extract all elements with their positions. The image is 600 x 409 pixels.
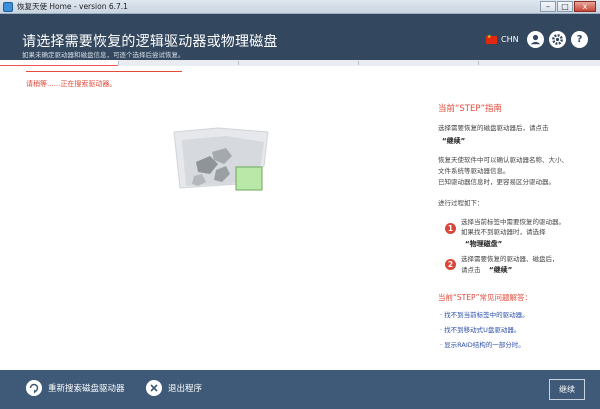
guide-paragraph-line: 恢复天使软件中可以确认驱动器名称、大小、 — [438, 156, 568, 164]
user-button[interactable] — [527, 31, 544, 48]
guide-heading: 当前“STEP”指南 — [438, 104, 503, 114]
faq-link[interactable]: · 显示RAID结构的一部分时。 — [440, 339, 525, 349]
guide-paragraph-line: 已知驱动器信息时，更容易区分驱动器。 — [438, 178, 555, 186]
help-icon: ? — [576, 34, 583, 45]
page-title: 请选择需要恢复的逻辑驱动器或物理磁盘 — [22, 34, 278, 50]
guide-process-label: 进行过程如下： — [438, 199, 484, 207]
step-divider — [238, 61, 239, 65]
search-status-text: 请稍等......正在搜索驱动器。 — [26, 71, 182, 88]
settings-button[interactable] — [549, 31, 566, 48]
step-1-physical-disk-quote: “物理磁盘” — [465, 240, 503, 248]
step-progress-bar — [0, 60, 600, 66]
faq-link[interactable]: · 找不到移动式U盘驱动器。 — [440, 324, 520, 334]
title-bar: 恢复天使 Home - version 6.7.1 – □ x — [0, 0, 600, 14]
faq-link[interactable]: · 找不到当前标签中的驱动器。 — [440, 309, 529, 319]
maximize-button[interactable]: □ — [557, 1, 573, 12]
step-2-number: 2 — [445, 259, 456, 270]
header: 请选择需要恢复的逻辑驱动器或物理磁盘 如果未确定驱动器和磁盘信息，可逐个选择后尝… — [0, 14, 600, 60]
rescan-button[interactable]: 重新搜索磁盘驱动器 — [26, 380, 125, 396]
step-1-number: 1 — [445, 223, 456, 234]
page-subtitle: 如果未确定驱动器和磁盘信息，可逐个选择后尝试恢复。 — [22, 51, 185, 59]
guide-continue-quote: “继续” — [442, 137, 466, 145]
close-circle-icon — [146, 380, 162, 396]
window-controls: – □ x — [540, 1, 596, 12]
refresh-icon — [26, 380, 42, 396]
language-label: CHN — [501, 35, 519, 44]
step-2-text: 选择需要恢复的驱动器、磁盘后， — [461, 255, 559, 263]
step-2-text: 请点击 — [461, 266, 481, 274]
exit-button[interactable]: 退出程序 — [146, 380, 202, 396]
minimize-button[interactable]: – — [540, 1, 556, 12]
faq-heading: 当前“STEP”常见问题解答： — [438, 293, 533, 302]
disk-search-illustration — [173, 127, 269, 191]
exit-label: 退出程序 — [168, 384, 203, 394]
step-current — [0, 60, 118, 66]
step-2-continue-quote: “继续” — [489, 266, 513, 274]
guide-intro: 选择需要恢复的磁盘驱动器后，请点击 — [438, 124, 549, 132]
user-icon — [530, 34, 541, 45]
step-divider — [118, 61, 119, 65]
step-divider — [358, 61, 359, 65]
language-selector[interactable]: CHN — [486, 34, 519, 44]
window-title: 恢复天使 Home - version 6.7.1 — [17, 2, 128, 11]
step-1-text: 如果找不到驱动器时，请选择 — [461, 228, 546, 236]
china-flag-icon — [486, 34, 497, 44]
continue-button[interactable]: 继续 — [549, 379, 585, 400]
step-divider — [478, 61, 479, 65]
guide-paragraph-line: 文件系统等驱动器信息。 — [438, 167, 510, 175]
gear-icon — [552, 34, 563, 45]
close-button[interactable]: x — [574, 1, 596, 12]
rescan-label: 重新搜索磁盘驱动器 — [48, 384, 125, 394]
app-icon — [3, 1, 13, 12]
help-button[interactable]: ? — [571, 31, 588, 48]
footer: 重新搜索磁盘驱动器 退出程序 继续 — [0, 370, 600, 409]
